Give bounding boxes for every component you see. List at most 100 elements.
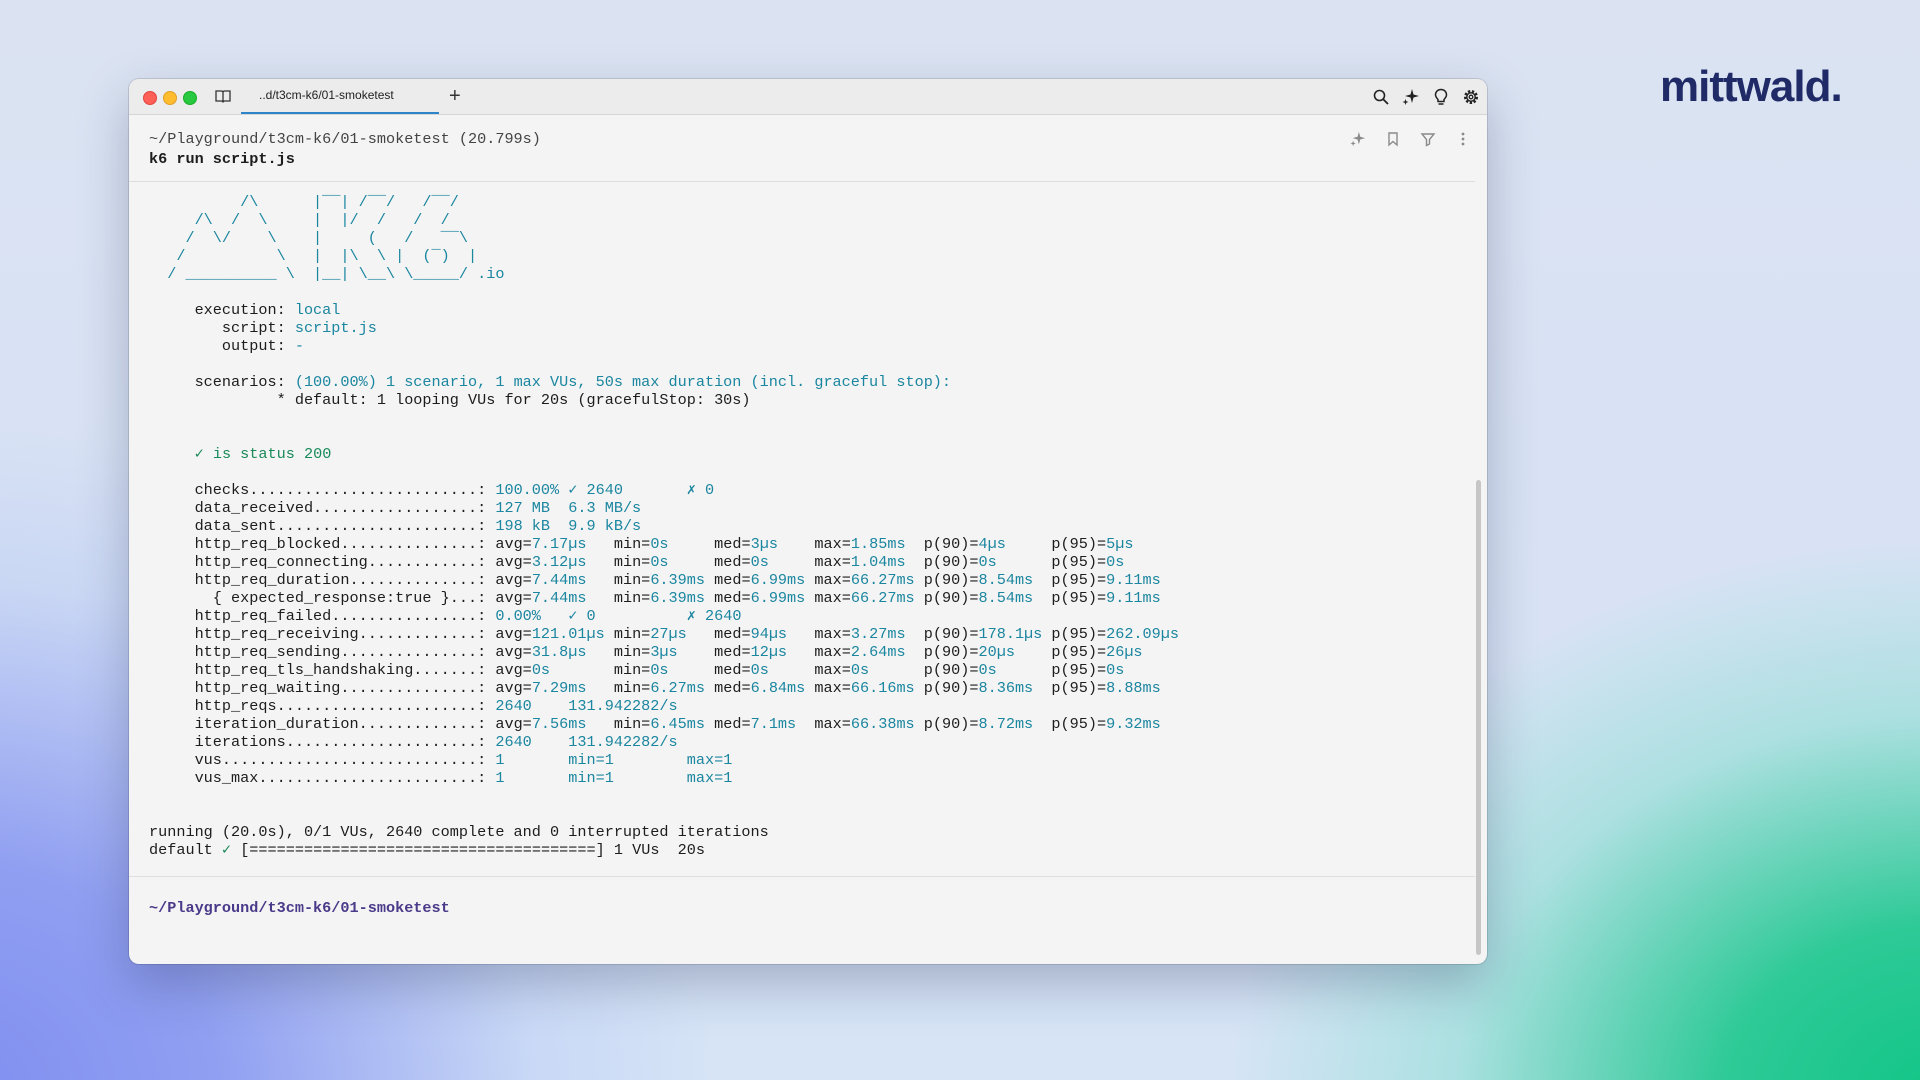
metric-value: 66.27ms [850, 589, 924, 607]
progress-check: ✓ [221, 841, 232, 859]
metric-value: 66.16ms [850, 679, 924, 697]
metric-value: 9.32ms [1106, 715, 1161, 733]
banner-line: / \/ \ | ( / ‾‾\ [149, 229, 468, 247]
metric-key: p(95)= [1051, 589, 1107, 607]
metric-value: 7.17µs [531, 535, 614, 553]
metric-value: 9.11ms [1106, 571, 1161, 589]
metric-key: max= [814, 553, 851, 571]
metric-value: 0s [531, 661, 614, 679]
metric-key: p(95)= [1051, 535, 1107, 553]
metric-key: med= [714, 679, 751, 697]
metric-key: max= [814, 571, 851, 589]
metric-value: 8.54ms [978, 571, 1052, 589]
metric-value: 178.1µs [978, 625, 1052, 643]
metric-value: 66.27ms [850, 571, 924, 589]
minimize-window-button[interactable] [163, 91, 177, 105]
check-result: ✓ is status 200 [149, 445, 332, 463]
metric-key: avg= [495, 661, 532, 679]
metric-value: 94µs [750, 625, 815, 643]
gear-icon[interactable] [1462, 88, 1480, 106]
more-icon[interactable] [1455, 131, 1471, 147]
tab-smoketest[interactable]: ..d/t3cm-k6/01-smoketest [241, 79, 439, 114]
metric-value: 262.09µs [1106, 625, 1180, 643]
metric-key: p(90)= [923, 679, 979, 697]
metric-key: med= [714, 535, 751, 553]
command-path: ~/Playground/t3cm-k6/01-smoketest (20.79… [149, 130, 541, 148]
close-window-button[interactable] [143, 91, 157, 105]
metric-key: p(95)= [1051, 625, 1107, 643]
banner-suffix: .io [468, 265, 505, 283]
bookmark-icon[interactable] [1385, 131, 1401, 147]
search-icon[interactable] [1372, 88, 1390, 106]
metric-value: 7.29ms [531, 679, 614, 697]
metric-value: 0s [750, 661, 815, 679]
lightbulb-icon[interactable] [1432, 88, 1450, 106]
metric-key: avg= [495, 571, 532, 589]
metric-value: 3.12µs [531, 553, 614, 571]
metric-value: 27µs [650, 625, 715, 643]
progress-bar: [======================================]… [231, 841, 706, 859]
metric-key: p(95)= [1051, 643, 1107, 661]
metric-value: 6.99ms [750, 571, 815, 589]
metric-value: 0s [650, 553, 715, 571]
metric-value: 0s [978, 661, 1052, 679]
metric-key: med= [714, 643, 751, 661]
prompt-path[interactable]: ~/Playground/t3cm-k6/01-smoketest [149, 899, 450, 917]
metric-key: min= [613, 661, 651, 679]
option-value: - [294, 337, 304, 355]
metric-name: http_req_duration..............: [149, 571, 496, 589]
metric-value: 66.38ms [850, 715, 924, 733]
metric-key: p(90)= [923, 535, 979, 553]
metric-key: p(95)= [1051, 553, 1107, 571]
block-divider [129, 181, 1475, 182]
sparkle-icon[interactable] [1402, 88, 1420, 106]
terminal-window: ..d/t3cm-k6/01-smoketest + ~/Playground/… [129, 79, 1487, 964]
metric-value: 2640 131.942282/s [495, 733, 678, 751]
running-status: running (20.0s), 0/1 VUs, 2640 complete … [149, 823, 769, 841]
block-actions [1340, 131, 1471, 152]
metric-key: p(95)= [1051, 571, 1107, 589]
metric-key: avg= [495, 553, 532, 571]
metric-value: 6.39ms [650, 571, 715, 589]
new-tab-button[interactable]: + [449, 85, 461, 107]
metric-key: med= [714, 661, 751, 679]
sparkle-icon[interactable] [1350, 131, 1366, 147]
book-icon[interactable] [214, 88, 232, 104]
metric-key: max= [814, 715, 851, 733]
metric-key: p(95)= [1051, 715, 1107, 733]
metric-key: max= [814, 535, 851, 553]
metric-name: http_req_receiving.............: [149, 625, 496, 643]
metric-key: min= [613, 643, 651, 661]
option-label: execution: [149, 301, 295, 319]
metric-value: 2640 131.942282/s [495, 697, 678, 715]
zoom-window-button[interactable] [183, 91, 197, 105]
scrollbar[interactable] [1476, 480, 1481, 955]
scenarios-detail: * default: 1 looping VUs for 20s (gracef… [149, 391, 751, 409]
metric-value: 6.45ms [650, 715, 715, 733]
metric-value: 7.44ms [531, 589, 614, 607]
title-bar: ..d/t3cm-k6/01-smoketest + [129, 79, 1487, 115]
metric-value: 6.99ms [750, 589, 815, 607]
metric-name: data_received..................: [149, 499, 496, 517]
metric-name: http_req_connecting............: [149, 553, 496, 571]
metric-key: max= [814, 679, 851, 697]
metric-key: min= [613, 715, 651, 733]
metric-value: 9.11ms [1106, 589, 1161, 607]
option-value: local [294, 301, 341, 319]
metric-value: 7.56ms [531, 715, 614, 733]
metric-name: iteration_duration.............: [149, 715, 496, 733]
metric-value: 3µs [650, 643, 715, 661]
metric-name: { expected_response:true }...: [149, 589, 496, 607]
metric-key: p(90)= [923, 589, 979, 607]
metric-key: med= [714, 715, 751, 733]
command-block-header: ~/Playground/t3cm-k6/01-smoketest (20.79… [149, 129, 1467, 169]
metric-key: med= [714, 571, 751, 589]
metric-key: p(90)= [923, 625, 979, 643]
banner-line: /\ |‾‾| /‾‾/ /‾‾/ [149, 193, 459, 211]
filter-icon[interactable] [1420, 131, 1436, 147]
option-label: output: [149, 337, 295, 355]
metric-key: avg= [495, 679, 532, 697]
metric-key: p(90)= [923, 643, 979, 661]
metric-name: http_req_failed................: [149, 607, 496, 625]
k6-output: /\ |‾‾| /‾‾/ /‾‾/ /\ / \ | |/ / / / / \/… [149, 193, 1179, 859]
